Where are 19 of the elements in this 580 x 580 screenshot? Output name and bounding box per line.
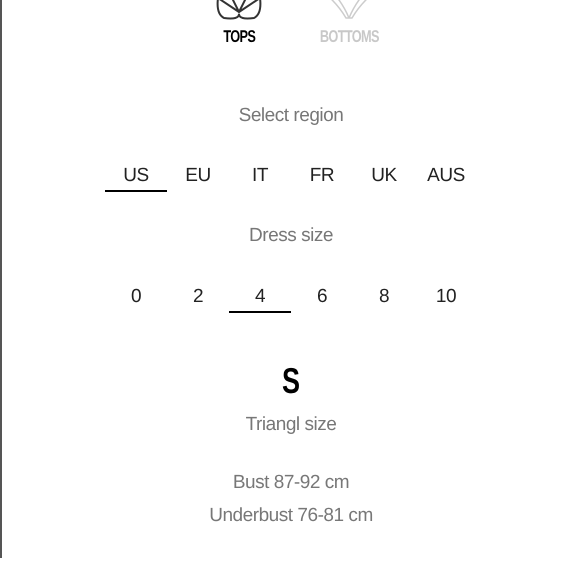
option-tab[interactable]: IT <box>229 162 291 192</box>
option-tab[interactable]: 2 <box>167 282 229 312</box>
option-tab[interactable]: EU <box>167 162 229 192</box>
option-tab[interactable]: US <box>105 162 167 192</box>
size-caption: Triangl size <box>246 412 336 436</box>
size-result: S <box>282 362 300 398</box>
option-tab[interactable]: AUS <box>415 162 477 192</box>
section-heading: Select region <box>238 104 344 128</box>
section-heading: Dress size <box>248 224 334 248</box>
category-tab[interactable]: TOPS <box>223 24 255 50</box>
measurement-text: Underbust 76-81 cm <box>209 504 373 528</box>
option-tab[interactable]: 4 <box>229 282 291 312</box>
measurement-text: Bust 87-92 cm <box>232 471 350 495</box>
option-tab[interactable]: FR <box>291 162 353 192</box>
option-tab[interactable]: 0 <box>105 282 167 312</box>
option-tab[interactable]: 8 <box>353 282 415 312</box>
option-tab[interactable]: UK <box>353 162 415 192</box>
option-tab[interactable]: 6 <box>291 282 353 312</box>
option-tab[interactable]: 10 <box>415 282 477 312</box>
